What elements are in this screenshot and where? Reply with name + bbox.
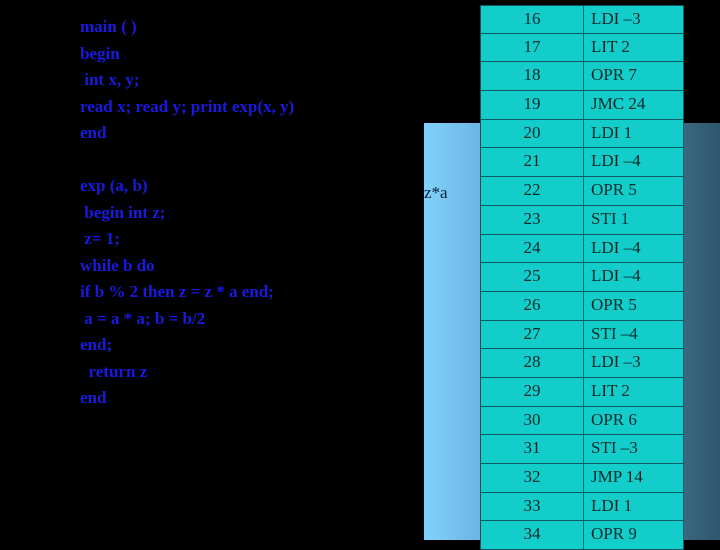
address-cell: 32 [481, 464, 584, 492]
table-row: 26 OPR 5 [480, 291, 684, 321]
table-row: 24 LDI –4 [480, 234, 684, 264]
table-row: 22 OPR 5 [480, 177, 684, 206]
address-cell: 18 [481, 62, 584, 91]
address-cell: 24 [481, 234, 584, 263]
code-line: end [80, 388, 107, 407]
instruction-cell: OPR 5 [591, 294, 637, 314]
instruction-cell: OPR 6 [591, 409, 637, 429]
instruction-cell: LIT 2 [591, 380, 630, 400]
address-cell: 25 [481, 263, 584, 291]
code-line: exp (a, b) [80, 176, 148, 195]
instruction-cell: OPR 7 [591, 65, 637, 85]
table-row: 30 OPR 6 [480, 406, 684, 436]
table-row: 29 LIT 2 [480, 377, 684, 407]
table-row: 21 LDI –4 [480, 148, 684, 178]
table-row: 25 LDI –4 [480, 263, 684, 292]
address-cell: 30 [481, 406, 584, 435]
address-cell: 27 [481, 320, 584, 349]
instruction-cell: JMC 24 [591, 94, 646, 114]
code-line: a = a * a; b = b/2 [80, 308, 206, 328]
table-row: 31 STI –3 [480, 435, 684, 464]
address-cell: 17 [481, 33, 584, 62]
instruction-cell: LDI 1 [591, 122, 633, 142]
address-cell: 19 [481, 91, 584, 119]
address-cell: 16 [481, 6, 584, 33]
code-line: begin int z; [80, 202, 166, 222]
instruction-cell: JMP 14 [591, 467, 643, 486]
table-row: 34 OPR 9 [480, 521, 684, 550]
table-row: 27 STI –4 [480, 320, 684, 350]
instruction-table: 16 LDI –3 17 LIT 2 18 OPR 7 19 JMC 24 20 LDI 1 21 L… [480, 5, 684, 550]
instruction-cell: STI –3 [591, 438, 638, 458]
table-row: 20 LDI 1 [480, 119, 684, 149]
address-cell: 20 [481, 119, 584, 148]
table-row: 28 LDI –3 [480, 349, 684, 378]
address-cell: 34 [481, 521, 584, 550]
address-cell: 22 [481, 177, 584, 205]
code-line: end; [80, 335, 113, 354]
code-line: if b % 2 then z = z * a end; [80, 282, 274, 301]
address-cell: 28 [481, 349, 584, 377]
instruction-cell: LDI 1 [591, 495, 633, 515]
address-cell: 29 [481, 377, 584, 406]
instruction-cell: LIT 2 [591, 36, 630, 56]
code-line: return z [80, 361, 148, 381]
address-cell: 33 [481, 492, 584, 521]
instruction-cell: LDI –3 [591, 352, 641, 372]
instruction-cell: STI 1 [591, 208, 630, 228]
instruction-cell: OPR 5 [591, 180, 637, 200]
panel-right-gradient [684, 123, 720, 540]
table-row: 23 STI 1 [480, 205, 684, 235]
instruction-cell: STI –4 [591, 323, 638, 343]
instruction-cell: OPR 9 [591, 524, 637, 544]
code-line: begin [80, 43, 120, 63]
table-row: 18 OPR 7 [480, 62, 684, 92]
address-cell: 21 [481, 148, 584, 177]
code-line: while b do [80, 255, 155, 275]
address-cell: 31 [481, 435, 584, 463]
panel-text: z*a [424, 183, 448, 202]
table-row: 17 LIT 2 [480, 33, 684, 63]
table-row: 32 JMP 14 [480, 464, 684, 493]
instruction-cell: LDI –4 [591, 237, 641, 257]
table-row: 16 LDI –3 [480, 5, 684, 34]
address-cell: 26 [481, 291, 584, 320]
instruction-cell: LDI –4 [591, 151, 641, 171]
address-cell: 23 [481, 205, 584, 234]
source-code: main ( ) begin int x, y; read x; read y;… [80, 14, 294, 412]
instruction-cell: LDI –3 [591, 9, 641, 28]
code-line: z= 1; [80, 229, 120, 248]
table-row: 19 JMC 24 [480, 91, 684, 120]
code-line: int x, y; [80, 70, 140, 89]
instruction-cell: LDI –4 [591, 266, 641, 286]
code-line: main ( ) [80, 17, 137, 36]
code-line: end [80, 123, 107, 142]
table-row: 33 LDI 1 [480, 492, 684, 522]
code-line: read x; read y; print exp(x, y) [80, 96, 295, 116]
